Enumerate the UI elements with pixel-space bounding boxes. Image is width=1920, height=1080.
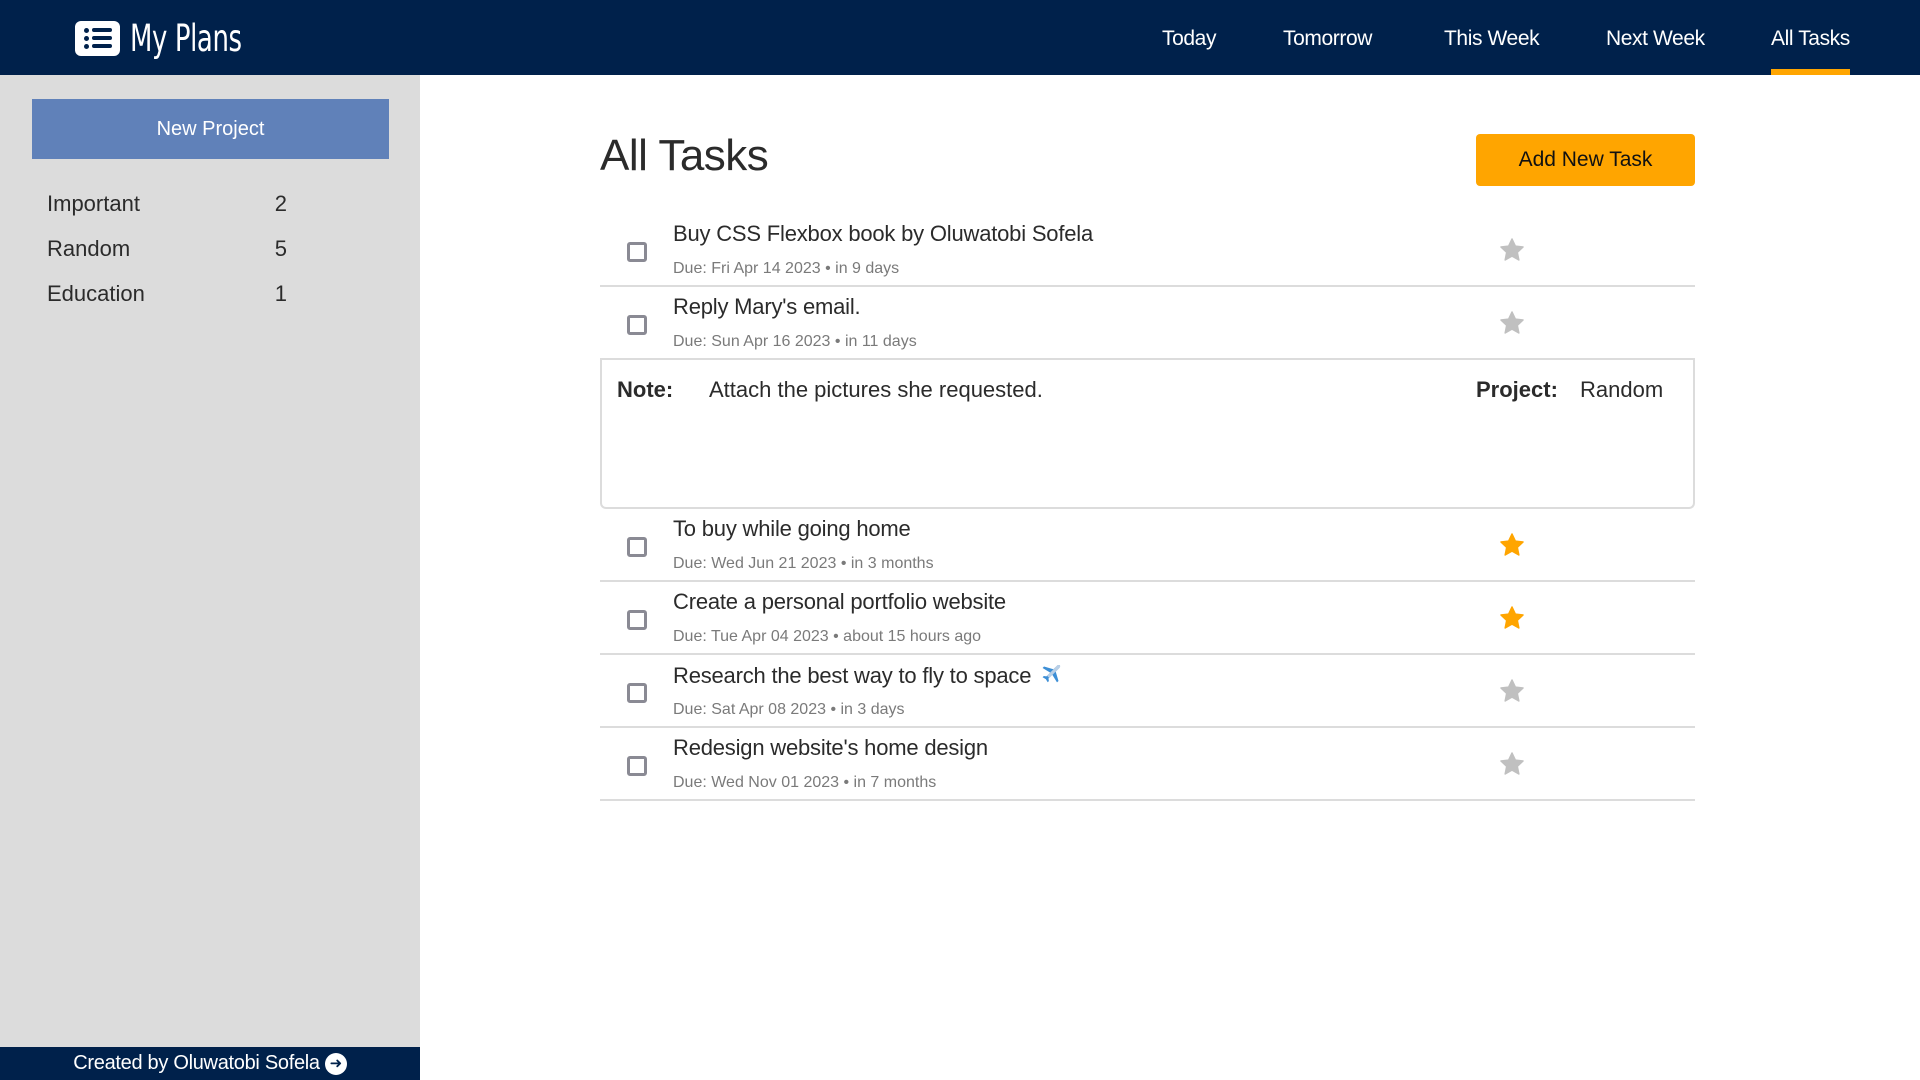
task-checkbox[interactable] (627, 315, 647, 335)
project-name: Education (47, 281, 145, 306)
task-checkbox[interactable] (627, 537, 647, 557)
nav-next-week[interactable]: Next Week (1606, 0, 1705, 75)
note-label: Note: (617, 377, 674, 402)
airplane-icon (1042, 664, 1061, 683)
star-icon[interactable] (1498, 236, 1526, 264)
star-icon[interactable] (1498, 531, 1526, 559)
task-list: Buy CSS Flexbox book by Oluwatobi Sofela… (600, 214, 1695, 801)
project-name: Random (47, 236, 131, 261)
brand[interactable]: My Plans (75, 16, 273, 60)
project-list: Important 2 Random 5 Education 1 (47, 189, 287, 324)
task-title: Buy CSS Flexbox book by Oluwatobi Sofela (673, 221, 1094, 246)
top-navbar: My Plans Today Tomorrow This Week Next W… (0, 0, 1920, 75)
star-icon[interactable] (1498, 677, 1526, 705)
task-checkbox[interactable] (627, 610, 647, 630)
task-title: Research the best way to fly to space (673, 662, 1063, 689)
task-row[interactable]: Research the best way to fly to space Du… (600, 655, 1695, 728)
task-row[interactable]: Create a personal portfolio website Due:… (600, 582, 1695, 655)
task-title: Create a personal portfolio website (673, 589, 1006, 614)
task-title-text: Research the best way to fly to space (673, 663, 1032, 688)
note-project-value: Random (1580, 377, 1664, 402)
task-row[interactable]: To buy while going home Due: Wed Jun 21 … (600, 509, 1695, 582)
page-title: All Tasks (600, 131, 769, 180)
task-row[interactable]: Reply Mary's email. Due: Sun Apr 16 2023… (600, 287, 1695, 360)
list-icon (75, 20, 120, 56)
credit-text[interactable]: Created by Oluwatobi Sofela (73, 1052, 320, 1075)
nav-this-week[interactable]: This Week (1444, 0, 1540, 75)
task-row[interactable]: Redesign website's home design Due: Wed … (600, 728, 1695, 801)
task-note-panel: Note: Attach the pictures she requested.… (600, 358, 1695, 509)
add-new-task-button[interactable]: Add New Task (1476, 134, 1695, 186)
sidebar: New Project Important 2 Random 5 Educati… (0, 75, 420, 1080)
app-title: My Plans (130, 16, 242, 60)
star-icon[interactable] (1498, 750, 1526, 778)
task-title: To buy while going home (673, 516, 911, 541)
task-checkbox[interactable] (627, 756, 647, 776)
task-due: Due: Wed Jun 21 2023 • in 3 months (673, 555, 934, 572)
nav-all-tasks[interactable]: All Tasks (1771, 0, 1850, 75)
task-checkbox[interactable] (627, 242, 647, 262)
sidebar-footer: Created by Oluwatobi Sofela ➜ (0, 1047, 420, 1080)
task-title: Reply Mary's email. (673, 294, 861, 319)
task-due: Due: Sat Apr 08 2023 • in 3 days (673, 701, 905, 718)
note-project-label: Project: (1476, 377, 1558, 402)
note-text: Attach the pictures she requested. (709, 377, 1043, 402)
nav-today[interactable]: Today (1162, 0, 1216, 75)
project-count: 5 (274, 236, 287, 261)
task-checkbox[interactable] (627, 683, 647, 703)
task-due: Due: Wed Nov 01 2023 • in 7 months (673, 774, 937, 791)
project-item-important[interactable]: Important 2 (47, 189, 287, 234)
task-row[interactable]: Buy CSS Flexbox book by Oluwatobi Sofela… (600, 214, 1695, 287)
new-project-button[interactable]: New Project (32, 99, 389, 159)
nav-tomorrow[interactable]: Tomorrow (1283, 0, 1372, 75)
star-icon[interactable] (1498, 604, 1526, 632)
task-due: Due: Tue Apr 04 2023 • about 15 hours ag… (673, 628, 982, 645)
project-count: 1 (274, 281, 287, 306)
task-due: Due: Fri Apr 14 2023 • in 9 days (673, 260, 900, 277)
project-name: Important (47, 191, 140, 216)
project-count: 2 (274, 191, 287, 216)
task-title: Redesign website's home design (673, 735, 988, 760)
arrow-circle-right-icon[interactable]: ➜ (324, 1052, 347, 1075)
star-icon[interactable] (1498, 309, 1526, 337)
project-item-random[interactable]: Random 5 (47, 234, 287, 279)
task-due: Due: Sun Apr 16 2023 • in 11 days (673, 333, 917, 350)
project-item-education[interactable]: Education 1 (47, 279, 287, 324)
